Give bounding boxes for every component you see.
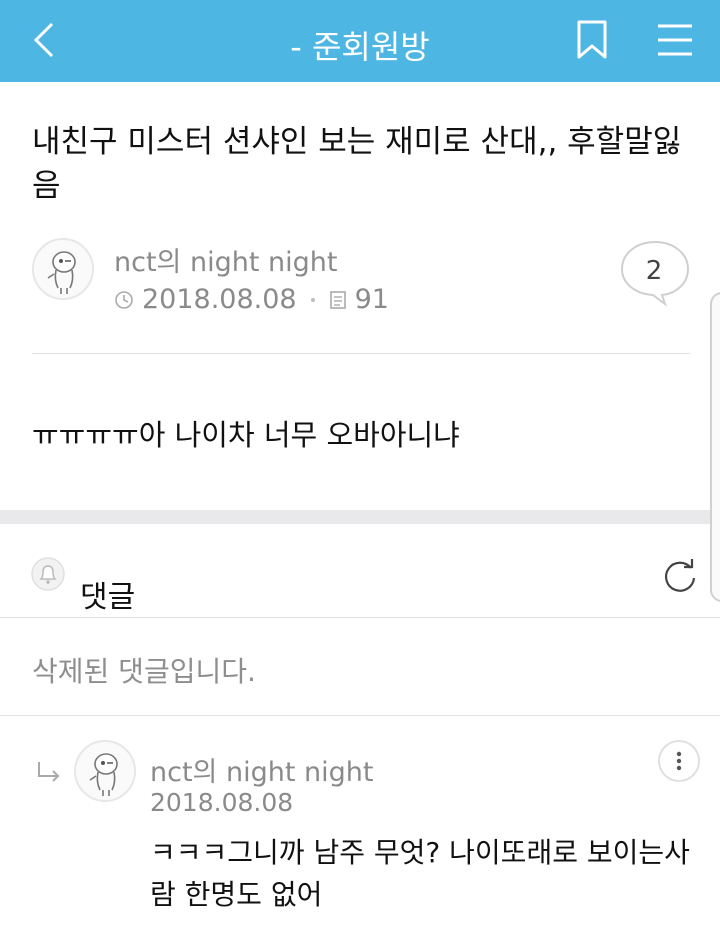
- divider: [0, 715, 720, 716]
- top-bar: - 준회원방: [0, 0, 720, 82]
- meta-separator-dot: [310, 297, 315, 302]
- refresh-icon[interactable]: [660, 556, 700, 596]
- bell-icon[interactable]: [30, 556, 66, 592]
- comment-count: 2: [645, 256, 663, 286]
- reply-arrow-icon: [38, 762, 60, 782]
- menu-button[interactable]: [656, 22, 694, 58]
- section-separator: [0, 510, 720, 524]
- clock-icon: [115, 290, 133, 309]
- reply-date: 2018.08.08: [150, 788, 294, 817]
- reply-text: ㅋㅋㅋ그니까 남주 무엇? 나이또래로 보이는사람 한명도 없어: [150, 836, 690, 911]
- post-meta: 2018.08.08 91: [114, 284, 389, 315]
- author-avatar[interactable]: [32, 238, 94, 300]
- deleted-comment: 삭제된 댓글입니다.: [32, 655, 256, 688]
- hamburger-menu-icon: [658, 24, 692, 56]
- post-date: 2018.08.08: [142, 284, 297, 315]
- author-name[interactable]: nct의 night night: [114, 240, 337, 279]
- document-icon: [329, 290, 346, 309]
- reply-author-avatar[interactable]: [74, 740, 136, 802]
- scroll-handle[interactable]: [710, 292, 720, 602]
- divider: [0, 617, 720, 618]
- comments-label: 댓글: [80, 580, 136, 615]
- character-avatar-icon: [47, 251, 76, 294]
- character-avatar-icon: [89, 753, 118, 796]
- reply-author-name[interactable]: nct의 night night: [150, 750, 373, 789]
- more-vertical-icon: [676, 751, 682, 771]
- view-count: 91: [354, 284, 389, 315]
- post-title: 내친구 미스터 션샤인 보는 재미로 산대,, 후할말잃음: [32, 124, 682, 204]
- bookmark-icon: [577, 20, 607, 59]
- board-title: - 준회원방: [290, 28, 430, 66]
- bookmark-button[interactable]: [576, 20, 608, 60]
- divider: [32, 353, 690, 354]
- post-body: ㅠㅠㅠㅠ아 나이차 너무 오바아니냐: [32, 418, 460, 452]
- more-options-button[interactable]: [658, 740, 700, 782]
